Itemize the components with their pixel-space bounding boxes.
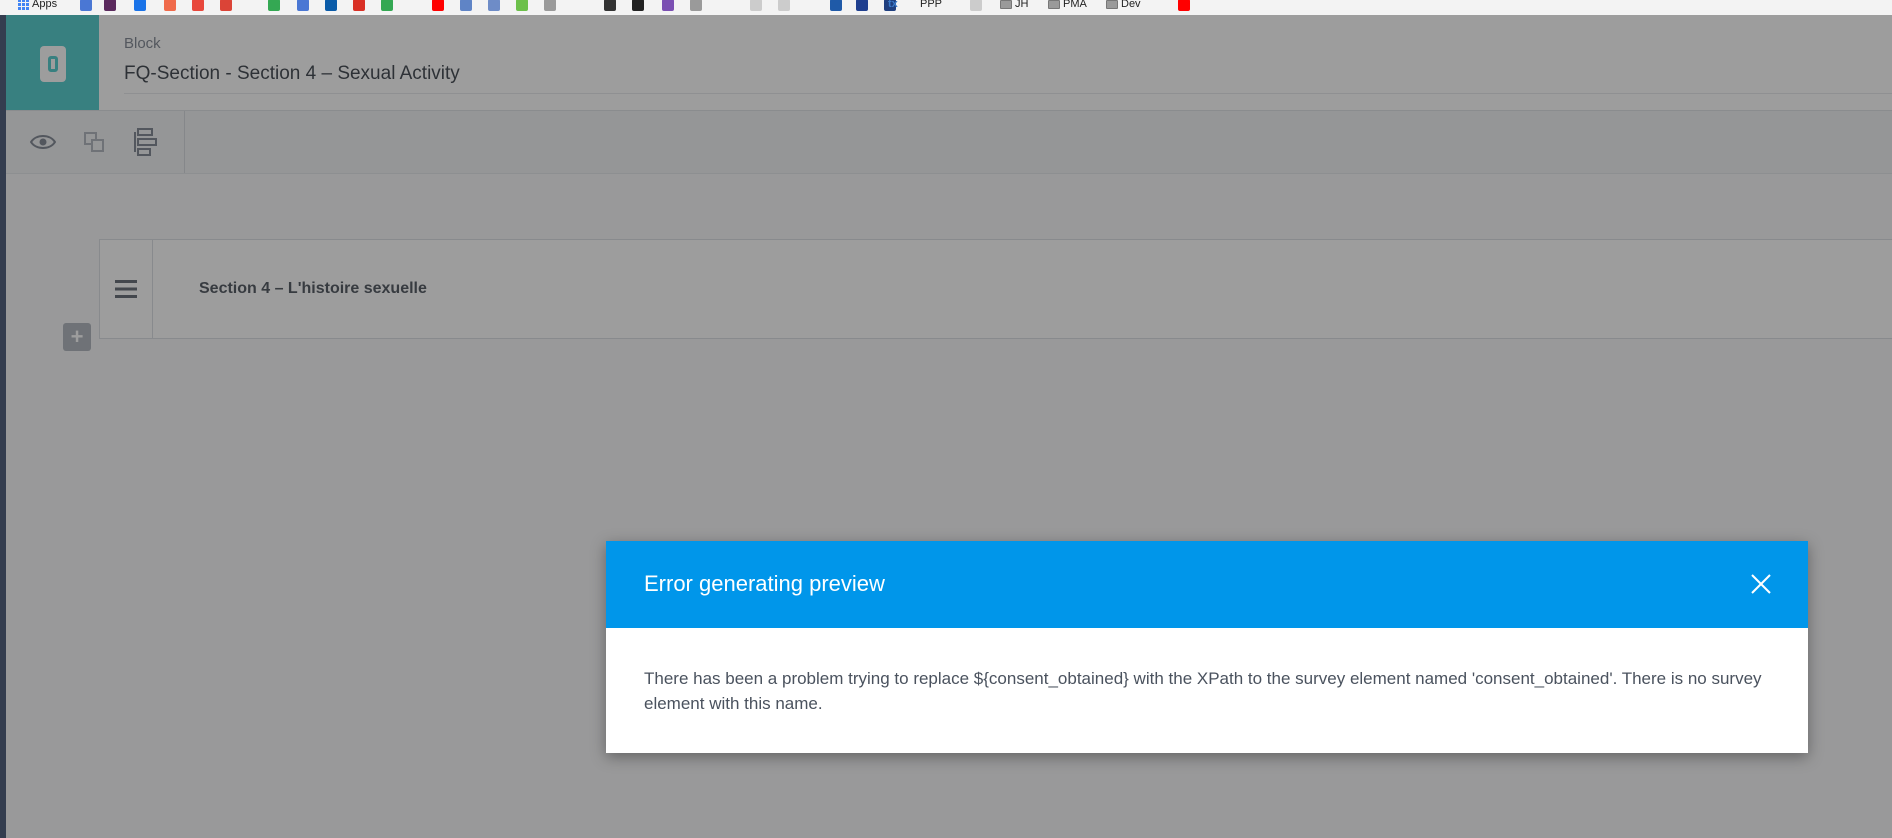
bookmark-apps[interactable]: Apps	[18, 0, 57, 11]
bookmark-item[interactable]	[690, 0, 702, 11]
bookmark-item[interactable]	[104, 0, 116, 11]
bookmark-folder-label: Dev	[1121, 0, 1141, 10]
bookmark-favicon-icon	[104, 0, 116, 11]
bookmark-item[interactable]	[778, 0, 790, 11]
folder-icon	[1048, 0, 1060, 9]
bookmark-apps-label: Apps	[32, 0, 58, 10]
bookmark-favicon-icon	[690, 0, 702, 11]
bookmark-favicon-icon	[750, 0, 762, 11]
apps-grid-icon	[18, 0, 29, 10]
bookmark-favicon-icon	[516, 0, 528, 11]
bookmark-favicon-icon	[297, 0, 309, 11]
bookmark-favicon-icon	[80, 0, 92, 11]
bookmark-item[interactable]	[516, 0, 528, 11]
bookmark-label: tx	[888, 0, 898, 10]
bookmark-item[interactable]	[750, 0, 762, 11]
bookmark-favicon-icon	[220, 0, 232, 11]
bookmark-favicon-icon	[325, 0, 337, 11]
bookmark-favicon-icon	[460, 0, 472, 11]
bookmark-folder-label: JH	[1015, 0, 1029, 10]
bookmark-favicon-icon	[353, 0, 365, 11]
bookmark-item[interactable]	[460, 0, 472, 11]
bookmark-item[interactable]	[662, 0, 674, 11]
bookmark-item[interactable]	[488, 0, 500, 11]
modal-header: Error generating preview	[606, 541, 1808, 628]
bookmark-favicon-icon	[432, 0, 444, 11]
bookmark-folder-dev[interactable]: Dev	[1106, 0, 1141, 11]
bookmark-folder-label: PMA	[1063, 0, 1087, 10]
bookmark-item[interactable]	[353, 0, 365, 11]
modal-title: Error generating preview	[644, 571, 885, 596]
bookmark-item[interactable]	[604, 0, 616, 11]
bookmarks-bar: Apps JH PMA Dev tx PPP	[0, 0, 1892, 16]
bookmark-favicon-icon	[544, 0, 556, 11]
bookmark-folder-jh[interactable]: JH	[1000, 0, 1028, 11]
bookmark-item[interactable]	[856, 0, 868, 11]
bookmark-favicon-icon	[778, 0, 790, 11]
close-button[interactable]	[1748, 571, 1774, 597]
bookmark-item[interactable]: PPP	[920, 0, 942, 11]
bookmark-youtube[interactable]	[1178, 0, 1190, 11]
bookmark-item[interactable]	[544, 0, 556, 11]
youtube-icon	[1178, 0, 1190, 11]
folder-icon	[1000, 0, 1012, 9]
error-modal: Error generating preview There has been …	[606, 541, 1808, 753]
bookmark-favicon-icon	[192, 0, 204, 11]
bookmark-favicon-icon	[856, 0, 868, 11]
bookmark-favicon-icon	[632, 0, 644, 11]
bookmark-favicon-icon	[488, 0, 500, 11]
bookmark-item[interactable]	[830, 0, 842, 11]
folder-icon	[1106, 0, 1118, 9]
bookmark-favicon-icon	[381, 0, 393, 11]
bookmark-item[interactable]: tx	[888, 0, 898, 11]
bookmark-item[interactable]	[80, 0, 92, 11]
bookmark-item[interactable]	[297, 0, 309, 11]
bookmark-item[interactable]	[134, 0, 146, 11]
bookmark-favicon-icon	[134, 0, 146, 11]
bookmark-favicon-icon	[830, 0, 842, 11]
bookmark-label: PPP	[920, 0, 943, 10]
bookmark-item[interactable]	[325, 0, 337, 11]
bookmark-item[interactable]	[192, 0, 204, 11]
modal-message: There has been a problem trying to repla…	[644, 669, 1762, 713]
bookmark-favicon-icon	[662, 0, 674, 11]
bookmark-favicon-icon	[164, 0, 176, 11]
bookmark-item[interactable]	[220, 0, 232, 11]
bookmark-item[interactable]	[164, 0, 176, 11]
bookmark-item[interactable]	[970, 0, 982, 11]
bookmark-item[interactable]	[268, 0, 280, 11]
bookmark-item[interactable]	[432, 0, 444, 11]
bookmark-item[interactable]	[632, 0, 644, 11]
bookmark-favicon-icon	[268, 0, 280, 11]
close-icon	[1751, 574, 1771, 594]
bookmark-folder-pma[interactable]: PMA	[1048, 0, 1087, 11]
bookmark-favicon-icon	[970, 0, 982, 11]
bookmark-item[interactable]	[381, 0, 393, 11]
bookmark-favicon-icon	[604, 0, 616, 11]
